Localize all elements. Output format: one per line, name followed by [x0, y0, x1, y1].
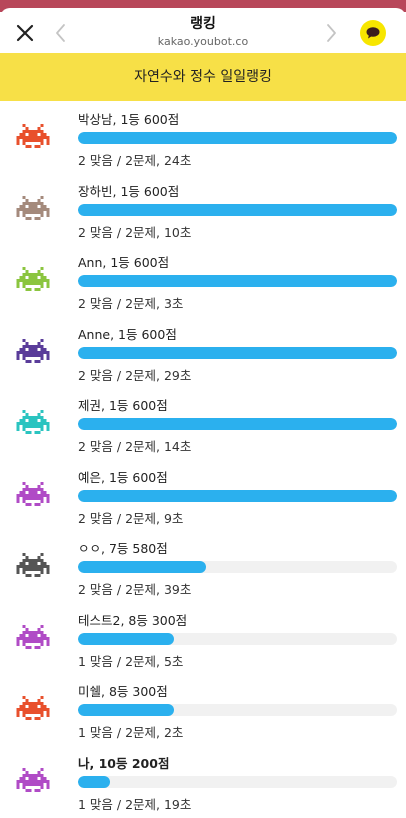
score-progress-fill: [78, 704, 174, 716]
score-progress-fill: [78, 275, 397, 287]
answer-stats: 2 맞음 / 2문제, 3초: [78, 296, 184, 311]
red-space-invader-icon: [16, 691, 50, 725]
player-name-rank-score: 예은, 1등 600점: [78, 469, 168, 485]
ranking-row: Ann, 1등 600점 2 맞음 / 2문제, 3초: [0, 244, 406, 316]
player-name-rank-score: 테스트2, 8등 300점: [78, 612, 188, 628]
browser-header: 랭킹 kakao.youbot.co: [0, 8, 406, 53]
ranking-row: 박상남, 1등 600점 2 맞음 / 2문제, 24초: [0, 101, 406, 173]
score-progress-track: [78, 346, 397, 359]
ranking-row: 장하빈, 1등 600점 2 맞음 / 2문제, 10초: [0, 173, 406, 245]
ranking-row: 예은, 1등 600점 2 맞음 / 2문제, 9초: [0, 459, 406, 531]
answer-stats: 1 맞음 / 2문제, 2초: [78, 725, 184, 740]
kakao-talk-share-button[interactable]: [360, 20, 386, 46]
purple-space-invader-icon: [16, 334, 50, 368]
score-progress-track: [78, 489, 397, 502]
page-url: kakao.youbot.co: [157, 35, 249, 48]
magenta-space-invader-icon: [16, 477, 50, 511]
ranking-row: Anne, 1등 600점 2 맞음 / 2문제, 29초: [0, 316, 406, 388]
player-name-rank-score: 박상남, 1등 600점: [78, 112, 180, 127]
player-name-rank-score: 장하빈, 1등 600점: [78, 183, 180, 199]
ranking-banner: 자연수와 정수 일일랭킹: [0, 53, 406, 101]
chevron-left-icon[interactable]: [50, 20, 72, 46]
score-progress-fill: [78, 775, 110, 788]
score-progress-track: [78, 632, 397, 645]
score-progress-fill: [78, 203, 397, 216]
player-name-rank-score: Ann, 1등 600점: [78, 255, 170, 270]
speech-bubble-icon: [366, 27, 380, 39]
chevron-right-icon[interactable]: [320, 20, 342, 46]
ranking-row: 제권, 1등 600점 2 맞음 / 2문제, 14초: [0, 387, 406, 459]
answer-stats: 1 맞음 / 2문제, 5초: [78, 653, 184, 669]
score-progress-track: [78, 203, 397, 216]
ranking-list: 박상남, 1등 600점 2 맞음 / 2문제, 24초장하빈, 1등 600점 2…: [0, 101, 406, 816]
close-icon[interactable]: [14, 22, 36, 44]
answer-stats: 2 맞음 / 2문제, 10초: [78, 224, 192, 240]
ranking-row: 나, 10등 200점 1 맞음 / 2문제, 19초: [0, 745, 406, 817]
page-title: 랭킹: [190, 16, 216, 32]
teal-space-invader-icon: [16, 405, 50, 439]
score-progress-fill: [78, 346, 397, 359]
score-progress-fill: [78, 489, 397, 502]
score-progress-track: [78, 704, 397, 716]
score-progress-fill: [78, 132, 397, 144]
magenta-space-invader-icon: [16, 620, 50, 654]
gray-space-invader-icon: [16, 548, 50, 582]
score-progress-track: [78, 275, 397, 287]
answer-stats: 2 맞음 / 2문제, 9초: [78, 510, 184, 526]
answer-stats: 2 맞음 / 2문제, 29초: [78, 367, 192, 383]
score-progress-fill: [78, 418, 397, 430]
score-progress-fill: [78, 632, 174, 645]
player-name-rank-score: 제권, 1등 600점: [78, 398, 168, 413]
score-progress-track: [78, 561, 397, 573]
player-name-rank-score: Anne, 1등 600점: [78, 326, 177, 342]
ranking-row: ㅇㅇ, 7등 580점 2 맞음 / 2문제, 39초: [0, 530, 406, 602]
answer-stats: 1 맞음 / 2문제, 19초: [78, 796, 192, 812]
magenta-space-invader-icon: [16, 763, 50, 797]
player-name-rank-score: 미쉘, 8등 300점: [78, 684, 168, 699]
header-title-block: 랭킹 kakao.youbot.co: [100, 15, 306, 49]
score-progress-track: [78, 775, 397, 788]
player-name-rank-score: ㅇㅇ, 7등 580점: [78, 541, 168, 556]
answer-stats: 2 맞음 / 2문제, 24초: [78, 153, 192, 168]
ranking-row: 테스트2, 8등 300점 1 맞음 / 2문제, 5초: [0, 602, 406, 674]
brown-space-invader-icon: [16, 191, 50, 225]
score-progress-track: [78, 418, 397, 430]
ranking-row: 미쉘, 8등 300점 1 맞음 / 2문제, 2초: [0, 673, 406, 745]
answer-stats: 2 맞음 / 2문제, 14초: [78, 439, 192, 454]
red-space-invader-icon: [16, 119, 50, 153]
score-progress-fill: [78, 561, 206, 573]
score-progress-track: [78, 132, 397, 144]
player-name-rank-score: 나, 10등 200점: [78, 755, 170, 771]
answer-stats: 2 맞음 / 2문제, 39초: [78, 582, 192, 597]
green-space-invader-icon: [16, 262, 50, 296]
